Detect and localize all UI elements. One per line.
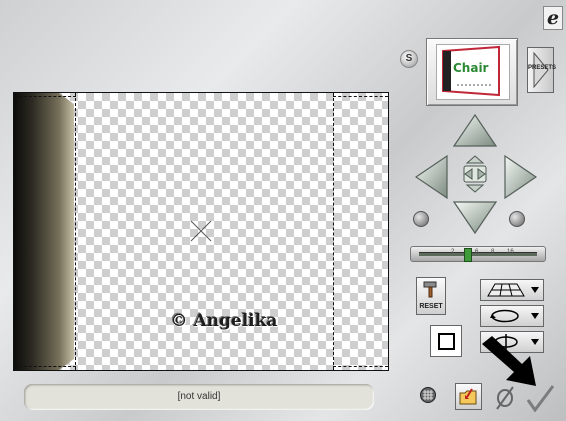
guide-line-bottom-right xyxy=(333,366,388,367)
zoom-tick: 2 xyxy=(451,249,455,255)
edit-canvas[interactable]: © Angelika xyxy=(13,92,389,371)
rectangle-frame-icon xyxy=(438,333,455,350)
inner-up-icon[interactable] xyxy=(465,155,485,164)
nav-left-icon[interactable] xyxy=(415,155,449,199)
presets-button[interactable]: PRESETS xyxy=(527,47,557,93)
preview-thumb-text: Chair xyxy=(453,61,489,75)
dark-panel-left xyxy=(14,93,74,370)
guide-line-bottom-left xyxy=(14,366,76,367)
preview-frame[interactable]: Chair xyxy=(426,38,518,106)
presets-label: PRESETS xyxy=(528,65,557,71)
cancel-icon[interactable] xyxy=(495,386,515,410)
grid-icon[interactable] xyxy=(420,387,436,403)
reset-hammer-icon xyxy=(423,281,437,298)
perspective-grid-icon xyxy=(487,283,525,297)
zoom-tick: 16 xyxy=(507,249,514,255)
status-bar: [not valid] xyxy=(24,384,374,410)
nav-down-icon[interactable] xyxy=(453,200,497,234)
reset-button[interactable]: RESET xyxy=(416,277,446,315)
rotate-circle-icon xyxy=(490,309,519,323)
open-folder-button[interactable] xyxy=(455,383,482,410)
watermark-text: © Angelika xyxy=(170,311,278,331)
guide-line-left[interactable] xyxy=(75,93,76,370)
chevron-down-icon xyxy=(531,287,539,293)
zoom-tick: 8 xyxy=(491,249,495,255)
folder-icon xyxy=(459,388,477,405)
rotate-right-icon[interactable] xyxy=(509,211,525,227)
guide-line-right[interactable] xyxy=(333,93,334,370)
rotate-left-icon[interactable] xyxy=(413,211,429,227)
guide-line-top-left xyxy=(14,96,76,97)
black-arrow-icon xyxy=(482,336,536,386)
app-logo-icon[interactable]: e xyxy=(543,6,563,30)
reset-label: RESET xyxy=(419,303,443,310)
nav-up-icon[interactable] xyxy=(453,114,497,148)
perspective-dropdown[interactable] xyxy=(480,279,544,301)
chevron-down-icon xyxy=(531,313,539,319)
zoom-slider[interactable]: 2 6 8 16 xyxy=(410,246,546,262)
ok-check-icon[interactable] xyxy=(525,384,555,412)
nav-right-icon[interactable] xyxy=(503,155,537,199)
preview-thumbnail: Chair xyxy=(436,44,510,100)
inner-down-icon[interactable] xyxy=(465,184,485,193)
zoom-slider-knob[interactable] xyxy=(464,248,472,262)
guide-line-top-right xyxy=(333,96,388,97)
s-button[interactable]: S xyxy=(400,50,418,68)
inner-arrow-cluster xyxy=(463,155,487,193)
center-cross-icon[interactable] xyxy=(190,220,212,242)
rectangle-frame-button[interactable] xyxy=(430,325,462,357)
zoom-tick: 6 xyxy=(475,249,479,255)
rotate-dropdown[interactable] xyxy=(480,305,544,327)
